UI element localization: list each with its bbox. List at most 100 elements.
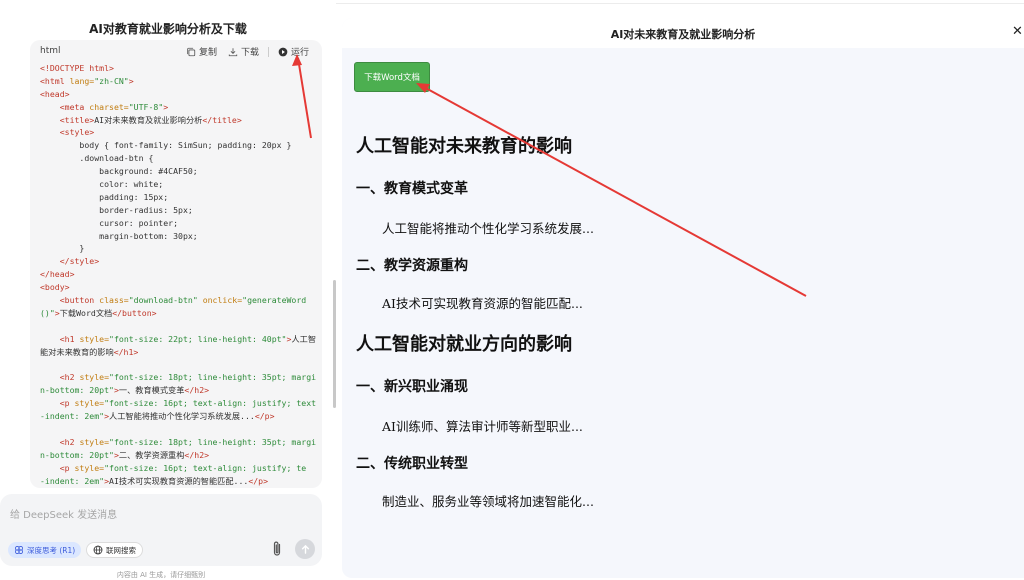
- code-token: "font-size: 18pt; line-height: 35pt; mar…: [109, 372, 317, 383]
- code-token: cursor: pointer;: [40, 217, 179, 228]
- code-line: <h2 style="font-size: 18pt; line-height:…: [40, 371, 316, 384]
- code-token: <body>: [40, 282, 70, 293]
- copy-button[interactable]: 复制: [186, 45, 217, 58]
- code-token: -indent: 2em": [40, 475, 105, 486]
- code-token: ()": [40, 307, 55, 318]
- code-token: >: [128, 75, 134, 86]
- action-divider: [268, 47, 269, 57]
- code-line: <h2 style="font-size: 18pt; line-height:…: [40, 436, 316, 449]
- code-line: <title>AI对未来教育及就业影响分析</title>: [40, 114, 316, 127]
- code-token: n-bottom: 20pt": [40, 449, 114, 460]
- deep-think-toggle[interactable]: 深度思考 (R1): [8, 542, 82, 558]
- code-line: ()">下载Word文档</button>: [40, 307, 316, 320]
- web-search-toggle[interactable]: 联网搜索: [86, 542, 143, 558]
- run-button[interactable]: 运行: [278, 45, 309, 58]
- code-token: "download-btn": [128, 295, 198, 306]
- code-token: 下载Word文档: [59, 307, 113, 318]
- chat-panel: AI对教育就业影响分析及下载 html 复制 下载 运行 <!DOCTYPE h…: [0, 0, 336, 580]
- code-token: <head>: [40, 88, 70, 99]
- code-token: </h2>: [184, 385, 210, 396]
- code-token: }: [40, 243, 85, 254]
- send-button[interactable]: [295, 539, 315, 559]
- code-token: <style>: [59, 127, 95, 138]
- code-token: onclick=: [197, 295, 243, 306]
- copy-label: 复制: [199, 48, 218, 58]
- code-line: <p style="font-size: 16pt; text-align: j…: [40, 397, 316, 410]
- code-token: <h1: [59, 333, 75, 344]
- code-token: style=: [74, 372, 110, 383]
- code-token: 能对未来教育的影响: [40, 346, 114, 357]
- code-token: <meta: [59, 101, 85, 112]
- code-line: <p style="font-size: 16pt; text-align: j…: [40, 462, 316, 475]
- doc-subheading: 一、新兴职业涌现: [356, 379, 468, 395]
- arrow-up-icon: [301, 544, 309, 554]
- download-word-button[interactable]: 下载Word文档: [354, 62, 430, 92]
- paperclip-icon[interactable]: [270, 540, 284, 558]
- code-token: </h2>: [184, 449, 210, 460]
- copy-icon: [187, 47, 196, 56]
- message-input-box[interactable]: 给 DeepSeek 发送消息 深度思考 (R1) 联网搜索: [0, 494, 322, 566]
- preview-panel: AI对未来教育及就业影响分析 ✕ 下载Word文档 人工智能对未来教育的影响一、…: [342, 18, 1024, 578]
- code-token: background: #4CAF50;: [40, 166, 198, 177]
- run-label: 运行: [291, 48, 310, 58]
- code-token: "generateWord: [242, 295, 307, 306]
- doc-subheading: 一、教育模式变革: [356, 181, 468, 197]
- code-token: <h2: [59, 436, 75, 447]
- code-line: <body>: [40, 281, 316, 294]
- code-line: border-radius: 5px;: [40, 204, 316, 217]
- deep-think-icon: [15, 546, 23, 554]
- code-token: 人工智能将推动个性化学习系统发展...: [109, 411, 255, 422]
- code-token: "font-size: 18pt; line-height: 35pt; mar…: [109, 436, 317, 447]
- code-line: </style>: [40, 255, 316, 268]
- preview-header: AI对未来教育及就业影响分析 ✕: [342, 18, 1024, 48]
- code-token: 人工智: [291, 333, 317, 344]
- code-token: >: [163, 101, 169, 112]
- code-token: </p>: [254, 411, 275, 422]
- code-token: "font-size: 22pt; line-height: 40pt": [109, 333, 287, 344]
- chat-scrollbar[interactable]: [333, 280, 336, 408]
- doc-paragraph: 制造业、服务业等领域将加速智能化...: [382, 494, 594, 509]
- code-line: n-bottom: 20pt">一、教育模式变革</h2>: [40, 384, 316, 397]
- code-line: -indent: 2em">人工智能将推动个性化学习系统发展...</p>: [40, 410, 316, 423]
- code-token: style=: [74, 436, 110, 447]
- code-language: html: [40, 46, 61, 56]
- doc-subheading: 二、传统职业转型: [356, 456, 468, 472]
- globe-icon: [93, 545, 103, 555]
- code-line: body { font-family: SimSun; padding: 20p…: [40, 139, 316, 152]
- code-token: class=: [94, 295, 129, 306]
- deep-think-label: 深度思考 (R1): [27, 545, 76, 555]
- code-line: cursor: pointer;: [40, 217, 316, 230]
- code-token: </p>: [248, 475, 269, 486]
- code-token: lang=: [64, 75, 95, 86]
- code-line: </head>: [40, 268, 316, 281]
- code-token: </button>: [112, 307, 157, 318]
- code-token: border-radius: 5px;: [40, 204, 193, 215]
- code-token: padding: 15px;: [40, 191, 169, 202]
- download-button[interactable]: 下载: [228, 45, 259, 58]
- code-token: margin-bottom: 30px;: [40, 230, 198, 241]
- play-icon: [278, 47, 288, 56]
- web-search-label: 联网搜索: [106, 545, 136, 555]
- code-token: color: white;: [40, 179, 164, 190]
- doc-heading: 人工智能对未来教育的影响: [356, 136, 572, 157]
- code-line: <meta charset="UTF-8">: [40, 101, 316, 114]
- close-icon[interactable]: ✕: [1012, 24, 1023, 39]
- message-input[interactable]: 给 DeepSeek 发送消息: [10, 506, 117, 521]
- code-line: margin-bottom: 30px;: [40, 230, 316, 243]
- code-block: html 复制 下载 运行 <!DOCTYPE html> <html lang=…: [30, 40, 322, 488]
- code-line: }: [40, 242, 316, 255]
- doc-heading: 人工智能对就业方向的影响: [356, 334, 572, 355]
- chat-title: AI对教育就业影响分析及下载: [89, 22, 247, 36]
